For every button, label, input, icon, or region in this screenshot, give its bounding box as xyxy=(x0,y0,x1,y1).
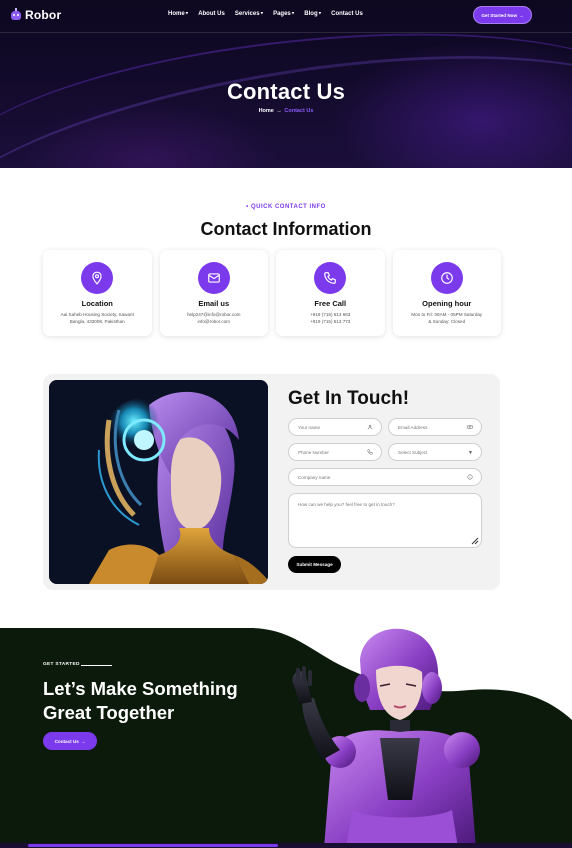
subject-select[interactable]: Select Subject ▼ xyxy=(388,443,482,461)
button-label: Contact Us xyxy=(54,738,79,744)
card-line: Bangla, 433008, Pakisthan xyxy=(69,319,125,324)
arrow-right-icon: → xyxy=(80,738,86,744)
card-line: & Sunday: Closed xyxy=(428,319,466,324)
card-line: Aai Saheb Housing Society, Sawant xyxy=(60,312,134,317)
submit-message-button[interactable]: Submit Message xyxy=(288,556,341,573)
location-pin-icon xyxy=(81,262,114,294)
button-label: Get Started Now xyxy=(481,12,518,18)
nav-item-contact[interactable]: Contact Us xyxy=(331,11,363,17)
company-input[interactable]: Company name xyxy=(288,468,482,486)
brand-name: Robor xyxy=(25,8,62,22)
contact-card-location: Location Aai Saheb Housing Society, Sawa… xyxy=(43,250,152,336)
input-placeholder: Your name xyxy=(298,424,321,430)
name-input[interactable]: Your name xyxy=(288,418,382,436)
input-placeholder: Email Address xyxy=(398,424,428,430)
info-icon xyxy=(467,474,473,482)
message-icon xyxy=(467,424,473,432)
page-hero: Robor Home ▾ About Us Services ▾ Pages ▾… xyxy=(0,0,572,168)
user-icon xyxy=(367,424,373,432)
phone-icon xyxy=(314,262,347,294)
nav-label: Contact Us xyxy=(331,11,363,17)
email-input[interactable]: Email Address xyxy=(388,418,482,436)
nav-label: Pages xyxy=(273,11,291,17)
card-title: Email us xyxy=(198,299,230,308)
get-started-button[interactable]: Get Started Now → xyxy=(473,6,532,24)
purple-robot-image xyxy=(292,628,480,848)
chevron-down-icon: ▼ xyxy=(468,450,473,456)
contact-card-email: Email us help247@info@robor.com info@rob… xyxy=(159,250,269,336)
main-nav: Home ▾ About Us Services ▾ Pages ▾ Blog … xyxy=(168,10,363,18)
form-title: Get In Touch! xyxy=(288,388,410,409)
breadcrumb-current: Contact Us xyxy=(284,108,314,114)
card-line[interactable]: help247@info@robor.com xyxy=(160,312,269,317)
nav-label: Blog xyxy=(304,11,318,17)
contact-card-hours: Opening hour Mon to Fri: 09AM - 05PM Sat… xyxy=(392,250,501,336)
footer-edge xyxy=(0,843,572,848)
contact-us-button[interactable]: Contact Us → xyxy=(43,732,97,750)
clock-icon xyxy=(430,262,463,294)
envelope-icon xyxy=(197,262,230,294)
breadcrumb-home-link[interactable]: Home xyxy=(259,108,274,114)
resize-handle-icon[interactable] xyxy=(471,537,479,545)
header-divider xyxy=(0,32,572,33)
section-title: Contact Information xyxy=(200,219,372,239)
footer-accent-bar xyxy=(28,844,278,847)
input-placeholder: Phone Number xyxy=(298,449,329,455)
card-line[interactable]: +919 (715) 513 663 xyxy=(276,312,385,317)
kicker-line xyxy=(81,665,112,666)
nav-item-home[interactable]: Home ▾ xyxy=(168,10,189,18)
page-title: Contact Us xyxy=(226,79,346,104)
nav-label: About Us xyxy=(198,11,225,17)
brand-logo[interactable]: Robor xyxy=(10,8,61,22)
nav-label: Services xyxy=(234,11,260,17)
chevron-down-icon: ▾ xyxy=(318,10,322,17)
chevron-down-icon: ▾ xyxy=(291,10,295,17)
nav-item-about[interactable]: About Us xyxy=(198,11,225,17)
textarea-placeholder: How can we help you? feel free to get in… xyxy=(298,502,395,507)
chevron-down-icon: ▾ xyxy=(185,10,189,17)
message-textarea[interactable]: How can we help you? feel free to get in… xyxy=(288,493,482,548)
arrow-right-icon: → xyxy=(276,108,282,114)
robot-girl-image xyxy=(49,380,268,584)
contact-card-phone: Free Call +919 (715) 513 663 +919 (715) … xyxy=(276,250,385,336)
phone-input[interactable]: Phone Number xyxy=(288,443,382,461)
chevron-down-icon: ▾ xyxy=(260,10,264,17)
card-title: Location xyxy=(81,299,113,308)
robot-logo-icon xyxy=(10,8,22,22)
select-value: Select Subject xyxy=(398,449,428,455)
site-header: Robor Home ▾ About Us Services ▾ Pages ▾… xyxy=(0,0,572,32)
nav-item-blog[interactable]: Blog ▾ xyxy=(304,10,322,18)
phone-icon xyxy=(367,449,373,457)
card-line[interactable]: +919 (715) 513 773 xyxy=(276,319,385,324)
section-eyebrow: • QUICK CONTACT INFO xyxy=(246,204,326,210)
contact-cards: Location Aai Saheb Housing Society, Sawa… xyxy=(43,250,501,336)
nav-label: Home xyxy=(168,11,185,17)
card-title: Opening hour xyxy=(422,299,472,308)
input-placeholder: Company name xyxy=(298,474,331,480)
card-line: Mon to Fri: 09AM - 05PM Saturday xyxy=(411,312,483,317)
cta-kicker: GET STARTED xyxy=(43,662,80,667)
arrow-right-icon: → xyxy=(519,12,524,18)
breadcrumb: Home → Contact Us xyxy=(0,108,572,114)
card-title: Free Call xyxy=(314,299,347,308)
card-line[interactable]: info@robor.com xyxy=(160,319,269,324)
cta-band: GET STARTED Let’s Make Something Great T… xyxy=(0,620,572,848)
nav-item-services[interactable]: Services ▾ xyxy=(234,10,264,18)
nav-item-pages[interactable]: Pages ▾ xyxy=(273,10,295,18)
